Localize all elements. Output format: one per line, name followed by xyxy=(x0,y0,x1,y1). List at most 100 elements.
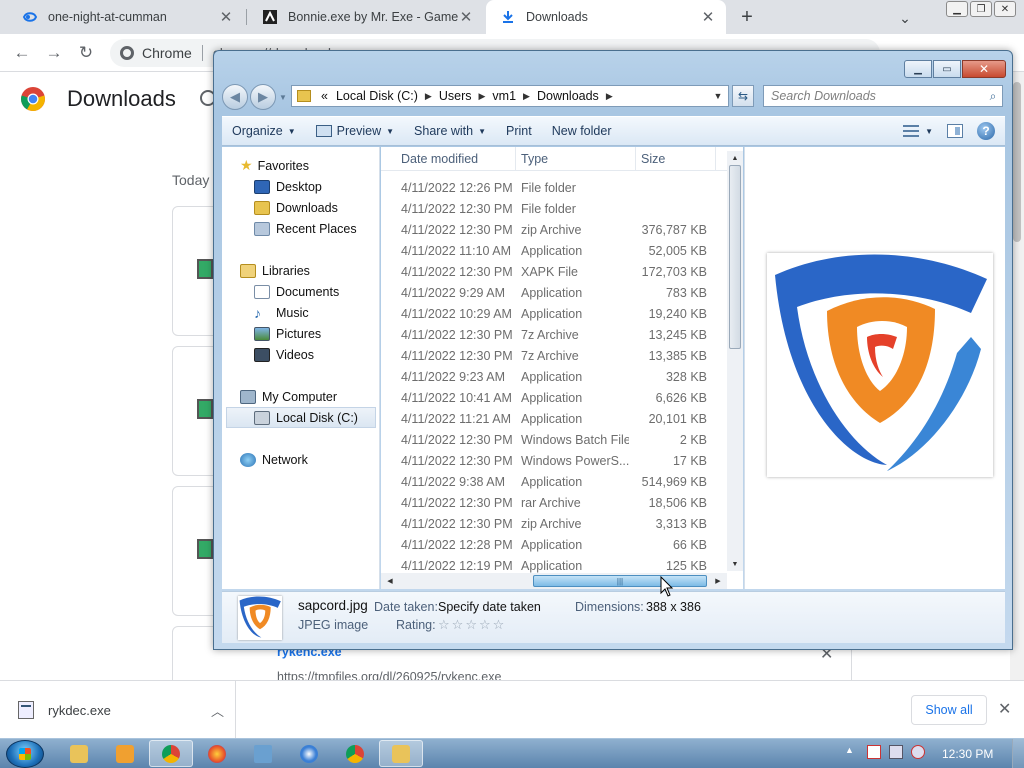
breadcrumb-downloads[interactable]: Downloads xyxy=(533,89,603,103)
file-row[interactable]: 4/11/2022 11:10 AM Application 52,005 KB xyxy=(381,241,731,262)
close-button[interactable]: ✕ xyxy=(994,1,1016,17)
file-row[interactable]: 4/11/2022 10:41 AM Application 6,626 KB xyxy=(381,388,731,409)
organize-menu[interactable]: Organize ▼ xyxy=(222,124,306,138)
file-row[interactable]: 4/11/2022 12:30 PM File folder xyxy=(381,199,731,220)
tab-close-icon[interactable]: ✕ xyxy=(218,9,234,26)
file-row[interactable]: 4/11/2022 12:30 PM rar Archive 18,506 KB xyxy=(381,493,731,514)
file-row[interactable]: 4/11/2022 12:30 PM Windows PowerS... 17 KB xyxy=(381,451,731,472)
scrollbar-thumb[interactable] xyxy=(1013,82,1021,242)
forward-arrow-icon[interactable]: ▶ xyxy=(250,84,276,110)
new-tab-button[interactable]: + xyxy=(736,6,758,28)
nav-libraries[interactable]: Libraries xyxy=(240,260,310,281)
close-button[interactable]: ✕ xyxy=(962,60,1006,78)
column-size[interactable]: Size xyxy=(641,152,665,166)
media-player-taskbar-icon[interactable] xyxy=(103,740,147,767)
star-icon[interactable]: ☆ xyxy=(479,617,493,632)
preview-menu[interactable]: Preview ▼ xyxy=(306,124,404,138)
tray-expand-icon[interactable]: ▲ xyxy=(845,745,859,759)
close-shelf-icon[interactable]: ✕ xyxy=(998,699,1011,719)
breadcrumb-local-disk[interactable]: Local Disk (C:) xyxy=(332,89,422,103)
chevron-up-icon[interactable]: ︿ xyxy=(211,701,235,720)
nav-videos[interactable]: Videos xyxy=(254,344,314,365)
address-breadcrumb[interactable]: « Local Disk (C:) ▶ Users ▶ vm1 ▶ Downlo… xyxy=(291,85,729,107)
file-row[interactable]: 4/11/2022 12:30 PM XAPK File 172,703 KB xyxy=(381,262,731,283)
nav-pictures[interactable]: Pictures xyxy=(254,323,321,344)
star-icon[interactable]: ☆ xyxy=(438,617,452,632)
nav-recent-places[interactable]: Recent Places xyxy=(254,218,357,239)
breadcrumb-vm1[interactable]: vm1 xyxy=(488,89,520,103)
column-divider[interactable] xyxy=(515,147,516,171)
column-divider[interactable] xyxy=(715,147,716,171)
file-row[interactable]: 4/11/2022 9:23 AM Application 328 KB xyxy=(381,367,731,388)
preview-pane-toggle-icon[interactable] xyxy=(947,124,963,138)
change-view-icon[interactable] xyxy=(903,125,920,137)
address-dropdown-icon[interactable]: ▼ xyxy=(708,91,728,101)
chrome-alt-taskbar-icon[interactable] xyxy=(333,740,377,767)
breadcrumb-users[interactable]: Users xyxy=(435,89,476,103)
file-row[interactable]: 4/11/2022 12:26 PM File folder xyxy=(381,178,731,199)
tab-close-icon[interactable]: ✕ xyxy=(458,9,474,26)
minimize-button[interactable]: ▁ xyxy=(904,60,932,78)
remote-desktop-taskbar-icon[interactable] xyxy=(241,740,285,767)
search-input[interactable]: Search Downloads ⌕ xyxy=(763,85,1003,107)
chrome-taskbar-icon[interactable] xyxy=(149,740,193,767)
view-options-chevron-icon[interactable]: ▼ xyxy=(925,127,933,136)
share-with-menu[interactable]: Share with ▼ xyxy=(404,124,496,138)
show-all-button[interactable]: Show all xyxy=(911,695,987,725)
tab-downloads[interactable]: Downloads ✕ xyxy=(486,0,726,34)
downloads-explorer-taskbar-icon[interactable] xyxy=(379,740,423,767)
tab-search-chevron-icon[interactable]: ⌄ xyxy=(895,8,915,28)
horizontal-scrollbar[interactable]: ◀ ||| ▶ xyxy=(381,573,727,589)
scroll-down-icon[interactable]: ▼ xyxy=(727,557,743,571)
vertical-scrollbar[interactable]: ▲ ▼ xyxy=(727,151,743,571)
maximize-button[interactable]: ▭ xyxy=(933,60,961,78)
volume-muted-icon[interactable] xyxy=(911,745,925,759)
file-row[interactable]: 4/11/2022 10:29 AM Application 19,240 KB xyxy=(381,304,731,325)
file-row[interactable]: 4/11/2022 12:28 PM Application 66 KB xyxy=(381,535,731,556)
column-type[interactable]: Type xyxy=(521,152,548,166)
nav-desktop[interactable]: Desktop xyxy=(254,176,322,197)
breadcrumb-chevron-icon[interactable]: ▶ xyxy=(422,91,435,102)
flag-warning-icon[interactable] xyxy=(867,745,881,759)
explorer-taskbar-icon[interactable] xyxy=(57,740,101,767)
new-folder-button[interactable]: New folder xyxy=(542,124,622,138)
file-row[interactable]: 4/11/2022 12:30 PM 7z Archive 13,385 KB xyxy=(381,346,731,367)
file-row[interactable]: 4/11/2022 12:30 PM zip Archive 3,313 KB xyxy=(381,514,731,535)
star-icon[interactable]: ☆ xyxy=(465,617,479,632)
scrollbar-thumb[interactable] xyxy=(729,165,741,349)
file-row[interactable]: 4/11/2022 12:30 PM 7z Archive 13,245 KB xyxy=(381,325,731,346)
minimize-button[interactable]: ▁ xyxy=(946,1,968,17)
rating-stars[interactable]: ☆☆☆☆☆ xyxy=(438,617,506,633)
back-arrow-icon[interactable]: ◀ xyxy=(222,84,248,110)
breadcrumb-chevron-icon[interactable]: ▶ xyxy=(520,91,533,102)
file-row[interactable]: 4/11/2022 9:29 AM Application 783 KB xyxy=(381,283,731,304)
nav-downloads[interactable]: Downloads xyxy=(254,197,338,218)
reload-icon[interactable]: ↻ xyxy=(76,43,96,63)
refresh-icon[interactable]: ⇆ xyxy=(732,85,754,107)
nav-music[interactable]: ♪ Music xyxy=(254,302,309,323)
search-icon[interactable]: ⌕ xyxy=(984,89,1002,104)
start-button[interactable] xyxy=(6,740,44,768)
breadcrumb-overflow[interactable]: « xyxy=(317,89,332,103)
recent-pages-chevron-icon[interactable]: ▼ xyxy=(279,93,287,102)
tab-close-icon[interactable]: ✕ xyxy=(700,9,716,26)
breadcrumb-chevron-icon[interactable]: ▶ xyxy=(603,91,616,102)
firefox-taskbar-icon[interactable] xyxy=(195,740,239,767)
taskbar-clock[interactable]: 12:30 PM xyxy=(942,747,993,761)
column-divider[interactable] xyxy=(635,147,636,171)
app-taskbar-icon[interactable] xyxy=(287,740,331,767)
network-icon[interactable] xyxy=(889,745,903,759)
help-icon[interactable]: ? xyxy=(977,122,995,140)
show-desktop-button[interactable] xyxy=(1012,739,1024,768)
star-icon[interactable]: ☆ xyxy=(493,617,507,632)
file-row[interactable]: 4/11/2022 11:21 AM Application 20,101 KB xyxy=(381,409,731,430)
nav-my-computer[interactable]: My Computer xyxy=(240,386,337,407)
nav-local-disk[interactable]: Local Disk (C:) xyxy=(226,407,376,428)
scrollbar-thumb[interactable]: ||| xyxy=(533,575,707,587)
scroll-up-icon[interactable]: ▲ xyxy=(727,151,743,165)
file-row[interactable]: 4/11/2022 12:30 PM Windows Batch File 2 KB xyxy=(381,430,731,451)
print-button[interactable]: Print xyxy=(496,124,542,138)
scroll-right-icon[interactable]: ▶ xyxy=(711,573,725,589)
scroll-left-icon[interactable]: ◀ xyxy=(383,573,397,589)
breadcrumb-chevron-icon[interactable]: ▶ xyxy=(476,91,489,102)
